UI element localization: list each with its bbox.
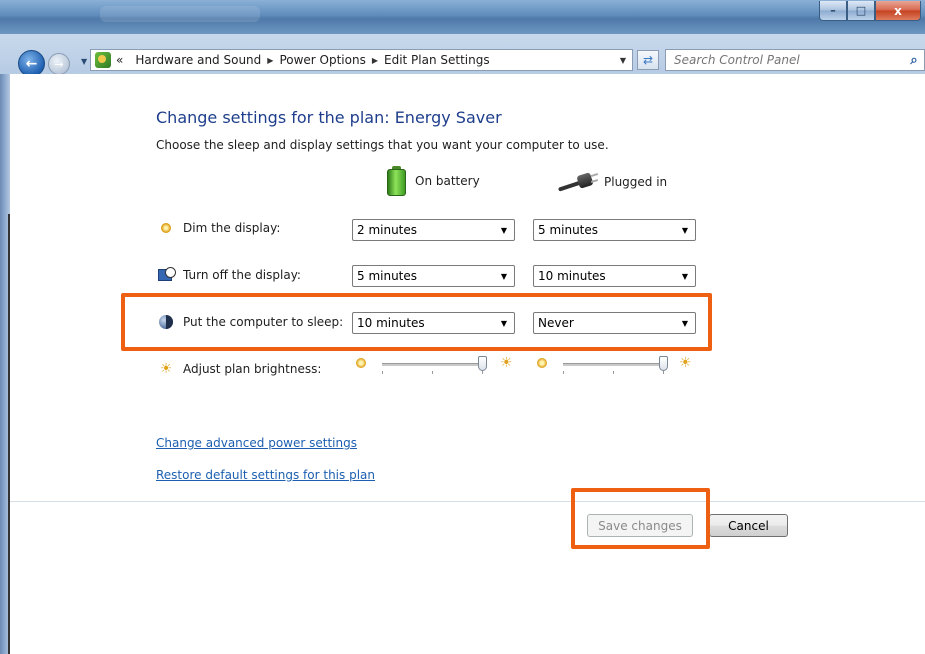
forward-button[interactable]: →	[48, 53, 70, 75]
window-controls: – □ x	[819, 1, 921, 21]
column-label-plugged: Plugged in	[604, 175, 668, 189]
turn-off-display-plugged-select[interactable]: 10 minutes ▼	[533, 265, 696, 287]
cancel-button[interactable]: Cancel	[709, 514, 788, 537]
turn-off-display-battery-select[interactable]: 5 minutes ▼	[352, 265, 515, 287]
brightness-plugged-slider[interactable]: ☀	[537, 355, 697, 379]
dim-brightness-icon	[356, 358, 366, 368]
control-panel-icon	[95, 52, 111, 68]
chevron-right-icon[interactable]: ▶	[372, 56, 378, 65]
advanced-power-settings-link[interactable]: Change advanced power settings	[156, 436, 357, 450]
slider-tick	[382, 371, 383, 374]
dim-display-battery-select[interactable]: 2 minutes ▼	[352, 219, 515, 241]
close-button[interactable]: x	[875, 1, 921, 21]
dim-display-icon	[158, 220, 174, 236]
window-left-border	[0, 74, 10, 654]
setting-row-dim-display: Dim the display:	[158, 220, 280, 236]
slider-tick	[613, 371, 614, 374]
setting-row-turn-off-display: Turn off the display:	[158, 267, 301, 283]
address-bar[interactable]: « Hardware and Sound ▶ Power Options ▶ E…	[90, 49, 633, 71]
refresh-button[interactable]: ⇄	[637, 50, 659, 70]
column-header-battery: On battery	[387, 166, 480, 196]
slider-track	[563, 363, 663, 366]
column-label-battery: On battery	[415, 174, 480, 188]
setting-label: Adjust plan brightness:	[183, 362, 322, 376]
slider-track	[382, 363, 482, 366]
setting-row-brightness: ☀ Adjust plan brightness:	[158, 361, 322, 377]
recent-pages-dropdown[interactable]: ▼	[81, 57, 87, 66]
breadcrumb: « Hardware and Sound ▶ Power Options ▶ E…	[116, 53, 490, 67]
back-arrow-icon: ←	[25, 55, 38, 72]
slider-tick	[663, 371, 664, 374]
display-off-icon	[158, 267, 176, 283]
chevron-right-icon[interactable]: ▶	[267, 56, 273, 65]
slider-tick	[432, 371, 433, 374]
setting-label: Turn off the display:	[183, 268, 301, 282]
breadcrumb-hardware-and-sound[interactable]: Hardware and Sound	[135, 53, 261, 67]
address-dropdown-icon[interactable]: ▼	[620, 56, 626, 65]
power-plug-icon	[557, 172, 599, 192]
page-subtitle: Choose the sleep and display settings th…	[156, 138, 609, 152]
highlight-save-button	[571, 488, 710, 549]
select-value: 5 minutes	[357, 269, 418, 283]
forward-arrow-icon: →	[54, 57, 64, 71]
search-box[interactable]: ⌕	[665, 49, 925, 71]
restore-defaults-link[interactable]: Restore default settings for this plan	[156, 468, 375, 482]
slider-thumb[interactable]	[659, 356, 668, 371]
chevron-down-icon: ▼	[681, 271, 688, 281]
refresh-icon: ⇄	[642, 53, 654, 67]
select-value: 2 minutes	[357, 223, 418, 237]
highlight-sleep-row	[121, 293, 712, 351]
search-icon[interactable]: ⌕	[904, 53, 924, 68]
brightness-battery-slider[interactable]: ☀	[356, 355, 516, 379]
window-title	[100, 6, 260, 22]
minimize-button[interactable]: –	[819, 1, 847, 21]
select-value: 10 minutes	[538, 269, 606, 283]
battery-icon	[387, 166, 406, 196]
breadcrumb-overflow[interactable]: «	[116, 53, 123, 67]
select-value: 5 minutes	[538, 223, 599, 237]
brightness-icon: ☀	[159, 361, 173, 377]
slider-tick	[563, 371, 564, 374]
back-button[interactable]: ←	[18, 50, 45, 77]
bright-sun-icon: ☀	[500, 355, 513, 371]
slider-tick	[482, 371, 483, 374]
bright-sun-icon: ☀	[679, 355, 692, 371]
chevron-down-icon: ▼	[500, 225, 507, 235]
dim-display-plugged-select[interactable]: 5 minutes ▼	[533, 219, 696, 241]
column-header-plugged: Plugged in	[557, 172, 668, 192]
divider	[10, 501, 925, 502]
setting-label: Dim the display:	[183, 221, 281, 235]
search-input[interactable]	[672, 52, 904, 68]
chevron-down-icon: ▼	[681, 225, 688, 235]
chevron-down-icon: ▼	[500, 271, 507, 281]
slider-thumb[interactable]	[478, 356, 487, 371]
page-title: Change settings for the plan: Energy Sav…	[156, 108, 502, 127]
dim-brightness-icon	[537, 358, 547, 368]
breadcrumb-edit-plan-settings[interactable]: Edit Plan Settings	[384, 53, 490, 67]
maximize-button[interactable]: □	[847, 1, 875, 21]
breadcrumb-power-options[interactable]: Power Options	[279, 53, 365, 67]
title-bar: – □ x	[0, 0, 925, 34]
